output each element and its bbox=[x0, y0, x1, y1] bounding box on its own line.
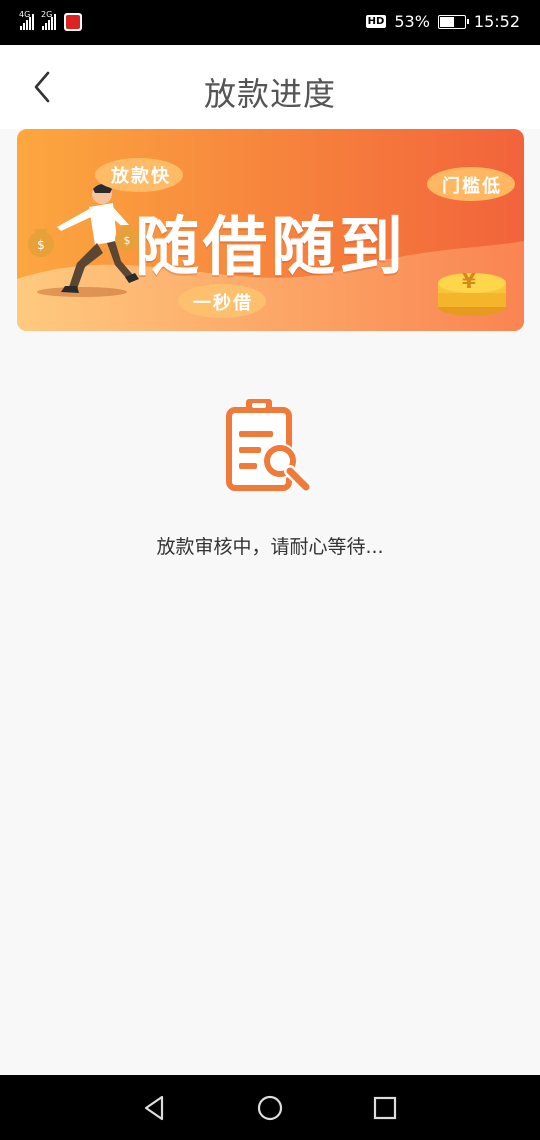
signal-icon-2: 2G bbox=[41, 10, 56, 30]
circle-home-icon[interactable] bbox=[255, 1093, 285, 1123]
banner-headline: 随借随到 bbox=[135, 211, 407, 285]
network-type-2: 2G bbox=[41, 10, 53, 19]
svg-text:$: $ bbox=[124, 234, 131, 247]
clipboard-search-icon bbox=[222, 395, 318, 499]
triangle-back-icon[interactable] bbox=[140, 1093, 170, 1123]
hd-icon: HD bbox=[365, 15, 387, 28]
promo-banner[interactable]: $ $ 随借随到 放款快 门槛低 一秒借 ¥ bbox=[17, 129, 524, 331]
app-header: 放款进度 bbox=[0, 45, 540, 129]
clock: 15:52 bbox=[473, 12, 520, 31]
status-message: 放款审核中，请耐心等待... bbox=[156, 536, 384, 558]
tag-low-threshold: 门槛低 bbox=[442, 176, 502, 197]
status-bar: 4G 2G HD 53% 15:52 bbox=[0, 0, 540, 45]
battery-percent: 53% bbox=[394, 12, 430, 31]
network-type-1: 4G bbox=[19, 10, 31, 19]
square-recent-icon[interactable] bbox=[370, 1093, 400, 1123]
battery-icon bbox=[437, 14, 469, 29]
tag-one-second: 一秒借 bbox=[193, 293, 253, 314]
status-right: HD 53% 15:52 bbox=[365, 12, 520, 31]
app-notification-icon bbox=[64, 13, 82, 31]
page-title: 放款进度 bbox=[203, 75, 336, 113]
yen-icon: ¥ bbox=[462, 269, 476, 293]
system-nav-bar bbox=[0, 1075, 540, 1140]
status-left: 4G 2G bbox=[19, 10, 82, 32]
tag-fast: 放款快 bbox=[111, 166, 171, 187]
svg-text:$: $ bbox=[37, 238, 45, 252]
signal-icon: 4G bbox=[19, 10, 34, 30]
